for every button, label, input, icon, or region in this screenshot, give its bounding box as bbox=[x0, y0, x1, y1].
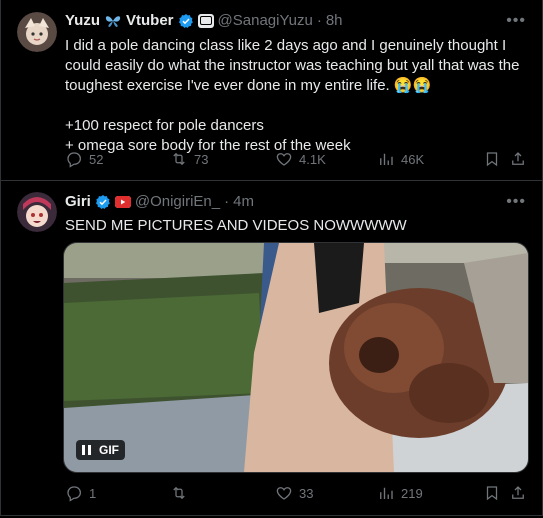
reply-button[interactable]: 52 bbox=[65, 150, 103, 168]
views-button[interactable]: 219 bbox=[377, 484, 423, 502]
affiliate-badge-icon bbox=[197, 13, 214, 28]
pause-icon[interactable] bbox=[82, 445, 91, 455]
tweet-text: I did a pole dancing class like 2 days a… bbox=[65, 37, 520, 154]
more-options-icon[interactable]: ••• bbox=[506, 12, 526, 30]
bookmark-icon bbox=[486, 486, 498, 501]
like-count: 4.1K bbox=[299, 151, 326, 167]
more-options-icon[interactable]: ••• bbox=[506, 193, 526, 211]
gif-badge[interactable]: GIF bbox=[76, 440, 125, 460]
bookmark-button[interactable] bbox=[483, 150, 501, 168]
like-count: 33 bbox=[299, 485, 314, 501]
reply-icon bbox=[67, 152, 82, 168]
bookmark-icon bbox=[486, 152, 498, 167]
like-button[interactable]: 33 bbox=[275, 484, 313, 502]
timestamp[interactable]: 8h bbox=[326, 12, 343, 29]
tweet-header: Giri @OnigiriEn_ · 4m bbox=[65, 193, 254, 210]
youtube-badge-icon bbox=[114, 195, 131, 208]
reply-icon bbox=[67, 486, 82, 502]
repost-count: 73 bbox=[194, 151, 209, 167]
repost-button[interactable]: 73 bbox=[170, 150, 208, 168]
butterfly-icon bbox=[105, 15, 121, 27]
bottom-divider bbox=[1, 515, 542, 516]
display-name[interactable]: Giri bbox=[65, 193, 91, 210]
share-button[interactable] bbox=[509, 484, 527, 502]
tweet-actions: 1 33 219 bbox=[59, 484, 529, 504]
timeline: Yuzu Vtuber @SanagiYuzu · 8h ••• I did a… bbox=[0, 0, 543, 516]
views-count: 219 bbox=[401, 485, 423, 501]
reply-count: 52 bbox=[89, 151, 104, 167]
tweet-text: SEND ME PICTURES AND VIDEOS NOWWWWW bbox=[65, 217, 407, 234]
reply-count: 1 bbox=[89, 485, 97, 501]
separator-dot: · bbox=[224, 193, 230, 210]
avatar[interactable] bbox=[17, 12, 57, 52]
display-name[interactable]: Yuzu bbox=[65, 12, 100, 29]
avatar[interactable] bbox=[17, 192, 57, 232]
verified-badge-icon bbox=[178, 13, 193, 28]
reply-button[interactable]: 1 bbox=[65, 484, 96, 502]
tweet-header: Yuzu Vtuber @SanagiYuzu · 8h bbox=[65, 12, 343, 29]
separator-dot: · bbox=[316, 12, 322, 29]
handle[interactable]: @OnigiriEn_ bbox=[135, 193, 220, 210]
like-icon bbox=[276, 153, 292, 166]
handle[interactable]: @SanagiYuzu bbox=[218, 12, 313, 29]
views-count: 46K bbox=[401, 151, 425, 167]
views-icon bbox=[380, 153, 393, 165]
repost-button[interactable] bbox=[170, 484, 194, 502]
gif-frame-image bbox=[64, 243, 528, 472]
tweet-yuzu[interactable]: Yuzu Vtuber @SanagiYuzu · 8h ••• I did a… bbox=[1, 0, 542, 180]
tweet-actions: 52 73 4.1K 46K bbox=[59, 150, 529, 170]
repost-icon bbox=[173, 152, 185, 166]
share-icon bbox=[512, 486, 524, 499]
gif-media[interactable]: GIF bbox=[63, 242, 529, 473]
repost-icon bbox=[173, 486, 185, 500]
timestamp[interactable]: 4m bbox=[233, 193, 254, 210]
share-button[interactable] bbox=[509, 150, 527, 168]
views-button[interactable]: 46K bbox=[377, 150, 424, 168]
views-icon bbox=[380, 487, 393, 499]
verified-badge-icon bbox=[95, 194, 110, 209]
share-icon bbox=[512, 152, 524, 165]
like-icon bbox=[276, 487, 292, 500]
display-name-suffix[interactable]: Vtuber bbox=[126, 12, 174, 29]
like-button[interactable]: 4.1K bbox=[275, 150, 326, 168]
bookmark-button[interactable] bbox=[483, 484, 501, 502]
gif-label: GIF bbox=[99, 443, 119, 457]
